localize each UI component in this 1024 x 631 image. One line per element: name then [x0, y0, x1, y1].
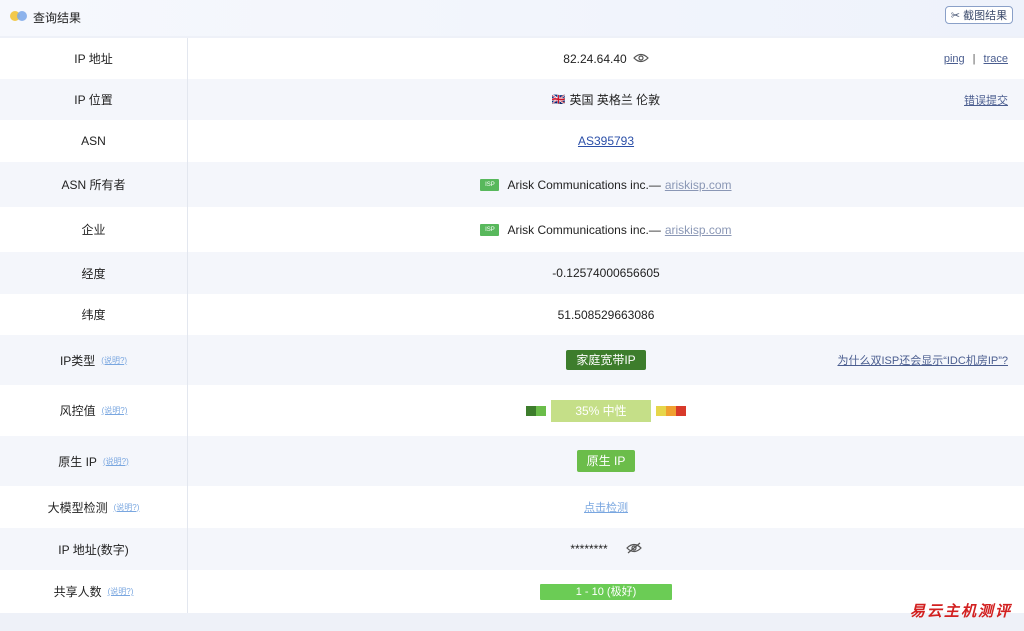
- row-longitude: 经度 -0.12574000656605: [0, 252, 1024, 294]
- row-risk: 风控值 (说明?) 35% 中性: [0, 385, 1024, 436]
- row-ip: IP 地址 82.24.64.40 ping | trace: [0, 38, 1024, 79]
- result-table: IP 地址 82.24.64.40 ping | trace IP 位置 🇬🇧 …: [0, 38, 1024, 613]
- isp-tag: ISP: [480, 223, 500, 236]
- row-company: 企业 ISP Arisk Communications inc.— ariski…: [0, 207, 1024, 252]
- risk-segment: [536, 405, 546, 416]
- page-title: 查询结果: [33, 11, 82, 25]
- detect-link[interactable]: 点击检测: [584, 499, 628, 515]
- risk-segment: [666, 405, 676, 416]
- company-value: Arisk Communications inc.—: [507, 222, 661, 237]
- help-link[interactable]: (说明?): [108, 586, 134, 597]
- risk-segment: [676, 405, 686, 416]
- risk-meter: 35% 中性: [526, 399, 686, 422]
- help-link[interactable]: (说明?): [101, 355, 127, 366]
- risk-value: 35% 中性: [551, 399, 651, 422]
- isp-question-link[interactable]: 为什么双ISP还会显示“IDC机房IP”?: [837, 352, 1008, 368]
- scissors-icon: ✂: [950, 9, 961, 22]
- longitude-value: -0.12574000656605: [552, 266, 660, 280]
- help-link[interactable]: (说明?): [114, 502, 140, 513]
- logo-icon: [10, 11, 28, 21]
- row-label: 共享人数: [53, 585, 102, 599]
- row-label: ASN 所有者: [0, 162, 188, 207]
- row-label: 风控值: [59, 404, 96, 418]
- ip-number-value: ********: [570, 542, 608, 556]
- row-label: IP 地址: [0, 38, 188, 79]
- row-label: IP 位置: [0, 79, 188, 120]
- row-label: ASN: [0, 120, 188, 162]
- asn-owner-value: Arisk Communications inc.—: [507, 177, 661, 192]
- separator: |: [972, 52, 976, 65]
- ip-value: 82.24.64.40: [563, 51, 627, 66]
- row-asn: ASN AS395793: [0, 120, 1024, 162]
- ip-type-badge: 家庭宽带IP: [566, 350, 646, 370]
- location-value: 英国 英格兰 伦敦: [569, 93, 661, 107]
- row-label: 原生 IP: [58, 454, 97, 469]
- row-label: 大模型检测: [47, 500, 108, 515]
- row-latitude: 纬度 51.508529663086: [0, 294, 1024, 335]
- ping-link[interactable]: ping: [944, 53, 965, 65]
- shared-count-badge: 1 - 10 (极好): [540, 583, 672, 600]
- uk-flag-icon: 🇬🇧: [551, 94, 566, 106]
- row-label: 企业: [0, 207, 188, 252]
- row-llm: 大模型检测 (说明?) 点击检测: [0, 486, 1024, 528]
- report-error-link[interactable]: 错误提交: [964, 92, 1008, 108]
- row-label: IP类型: [59, 353, 96, 368]
- native-ip-badge: 原生 IP: [576, 450, 636, 472]
- row-ip-type: IP类型 (说明?) 家庭宽带IP 为什么双ISP还会显示“IDC机房IP”?: [0, 335, 1024, 385]
- header-bar: 查询结果 ✂ 截图结果: [0, 0, 1024, 36]
- eye-icon[interactable]: [632, 52, 649, 66]
- isp-tag: ISP: [480, 178, 500, 191]
- domain-link[interactable]: ariskisp.com: [665, 223, 732, 237]
- trace-link[interactable]: trace: [984, 53, 1008, 65]
- row-label: IP 地址(数字): [0, 528, 188, 570]
- row-ip-number: IP 地址(数字) ********: [0, 528, 1024, 570]
- row-shared: 共享人数 (说明?) 1 - 10 (极好): [0, 570, 1024, 613]
- latitude-value: 51.508529663086: [557, 307, 655, 322]
- risk-segment: [656, 405, 666, 416]
- row-label: 经度: [0, 252, 188, 294]
- row-location: IP 位置 🇬🇧 英国 英格兰 伦敦 错误提交: [0, 79, 1024, 120]
- asn-link[interactable]: AS395793: [578, 134, 634, 148]
- help-link[interactable]: (说明?): [103, 456, 129, 467]
- row-asn-owner: ASN 所有者 ISP Arisk Communications inc.— a…: [0, 162, 1024, 207]
- watermark: 易云主机测评: [909, 602, 1012, 620]
- help-link[interactable]: (说明?): [102, 405, 128, 416]
- screenshot-button[interactable]: ✂ 截图结果: [945, 6, 1013, 24]
- row-native: 原生 IP (说明?) 原生 IP: [0, 436, 1024, 486]
- eye-off-icon[interactable]: [625, 542, 642, 557]
- domain-link[interactable]: ariskisp.com: [665, 178, 732, 192]
- row-label: 纬度: [0, 294, 188, 335]
- risk-segment: [526, 405, 536, 416]
